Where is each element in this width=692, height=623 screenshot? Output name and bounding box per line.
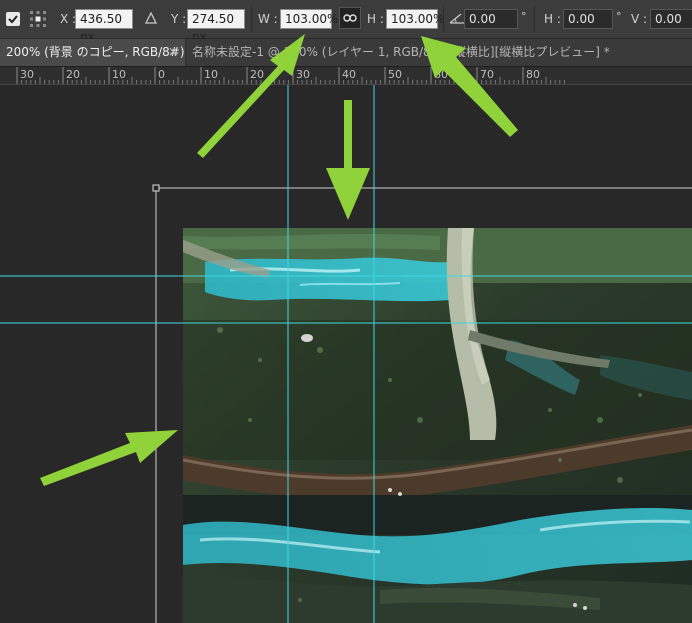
ruler-label: 60 bbox=[434, 68, 448, 81]
rotate-angle-field[interactable]: 0.00 bbox=[464, 9, 518, 29]
ruler-label: 30 bbox=[20, 68, 34, 81]
x-position-field[interactable]: 436.50 px bbox=[75, 9, 133, 44]
ruler-label: 10 bbox=[204, 68, 218, 81]
skew-h-label: H : bbox=[544, 12, 561, 26]
ruler-label: 80 bbox=[526, 68, 540, 81]
ruler-label: 70 bbox=[480, 68, 494, 81]
checkmark-icon bbox=[8, 15, 18, 24]
rotate-angle-icon bbox=[449, 12, 465, 27]
canvas-area[interactable] bbox=[0, 85, 692, 623]
photo-layer[interactable] bbox=[183, 228, 692, 623]
ruler-label: 40 bbox=[342, 68, 356, 81]
canvas-svg bbox=[0, 85, 692, 623]
skew-h-unit: ° bbox=[616, 10, 622, 23]
skew-h-field[interactable]: 0.00 bbox=[563, 9, 613, 29]
tab-document-active[interactable]: 200% (背景 のコピー, RGB/8#) * × bbox=[0, 39, 194, 66]
tab-document-inactive[interactable]: 名称未設定-1 @ 100% (レイヤー 1, RGB/8#) [縦横比][縦横… bbox=[186, 39, 692, 66]
separator bbox=[534, 6, 535, 32]
y-position-field[interactable]: 274.50 px bbox=[187, 9, 245, 44]
ruler-label: 10 bbox=[112, 68, 126, 81]
document-tab-bar: 200% (背景 のコピー, RGB/8#) * × 名称未設定-1 @ 100… bbox=[0, 39, 692, 67]
tab-label: 名称未設定-1 @ 100% (レイヤー 1, RGB/8#) [縦横比][縦横… bbox=[192, 45, 610, 59]
tab-label: 200% (背景 のコピー, RGB/8#) * bbox=[6, 45, 195, 59]
ruler-label: 20 bbox=[250, 68, 264, 81]
width-scale-field[interactable]: 103.00% bbox=[280, 9, 338, 29]
angle-unit: ° bbox=[521, 10, 527, 23]
ruler-label: 30 bbox=[296, 68, 310, 81]
ruler-label: 0 bbox=[158, 68, 165, 81]
h-label: H : bbox=[367, 12, 384, 26]
ruler-label: 20 bbox=[66, 68, 80, 81]
link-icon bbox=[343, 14, 357, 22]
maintain-aspect-ratio-button[interactable] bbox=[339, 7, 361, 29]
reference-point-icon[interactable] bbox=[30, 11, 46, 27]
separator bbox=[251, 6, 252, 32]
y-label: Y : bbox=[171, 12, 187, 26]
close-icon[interactable]: × bbox=[168, 39, 179, 66]
x-label: X : bbox=[60, 12, 77, 26]
height-scale-field[interactable]: 103.00% bbox=[386, 9, 444, 29]
options-bar: X : 436.50 px Y : 274.50 px W : 103.00% … bbox=[0, 0, 692, 44]
skew-v-label: V : bbox=[631, 12, 648, 26]
horizontal-ruler[interactable]: 30 20 10 0 10 20 30 40 50 60 70 80 bbox=[0, 67, 692, 85]
show-transform-controls-checkbox[interactable] bbox=[6, 12, 20, 26]
transform-handle[interactable] bbox=[152, 184, 160, 192]
w-label: W : bbox=[258, 12, 278, 26]
relative-position-icon[interactable] bbox=[144, 11, 158, 27]
photoshop-window: X : 436.50 px Y : 274.50 px W : 103.00% … bbox=[0, 0, 692, 623]
skew-v-field[interactable]: 0.00 bbox=[650, 9, 692, 29]
separator bbox=[443, 6, 444, 32]
ruler-label: 50 bbox=[388, 68, 402, 81]
